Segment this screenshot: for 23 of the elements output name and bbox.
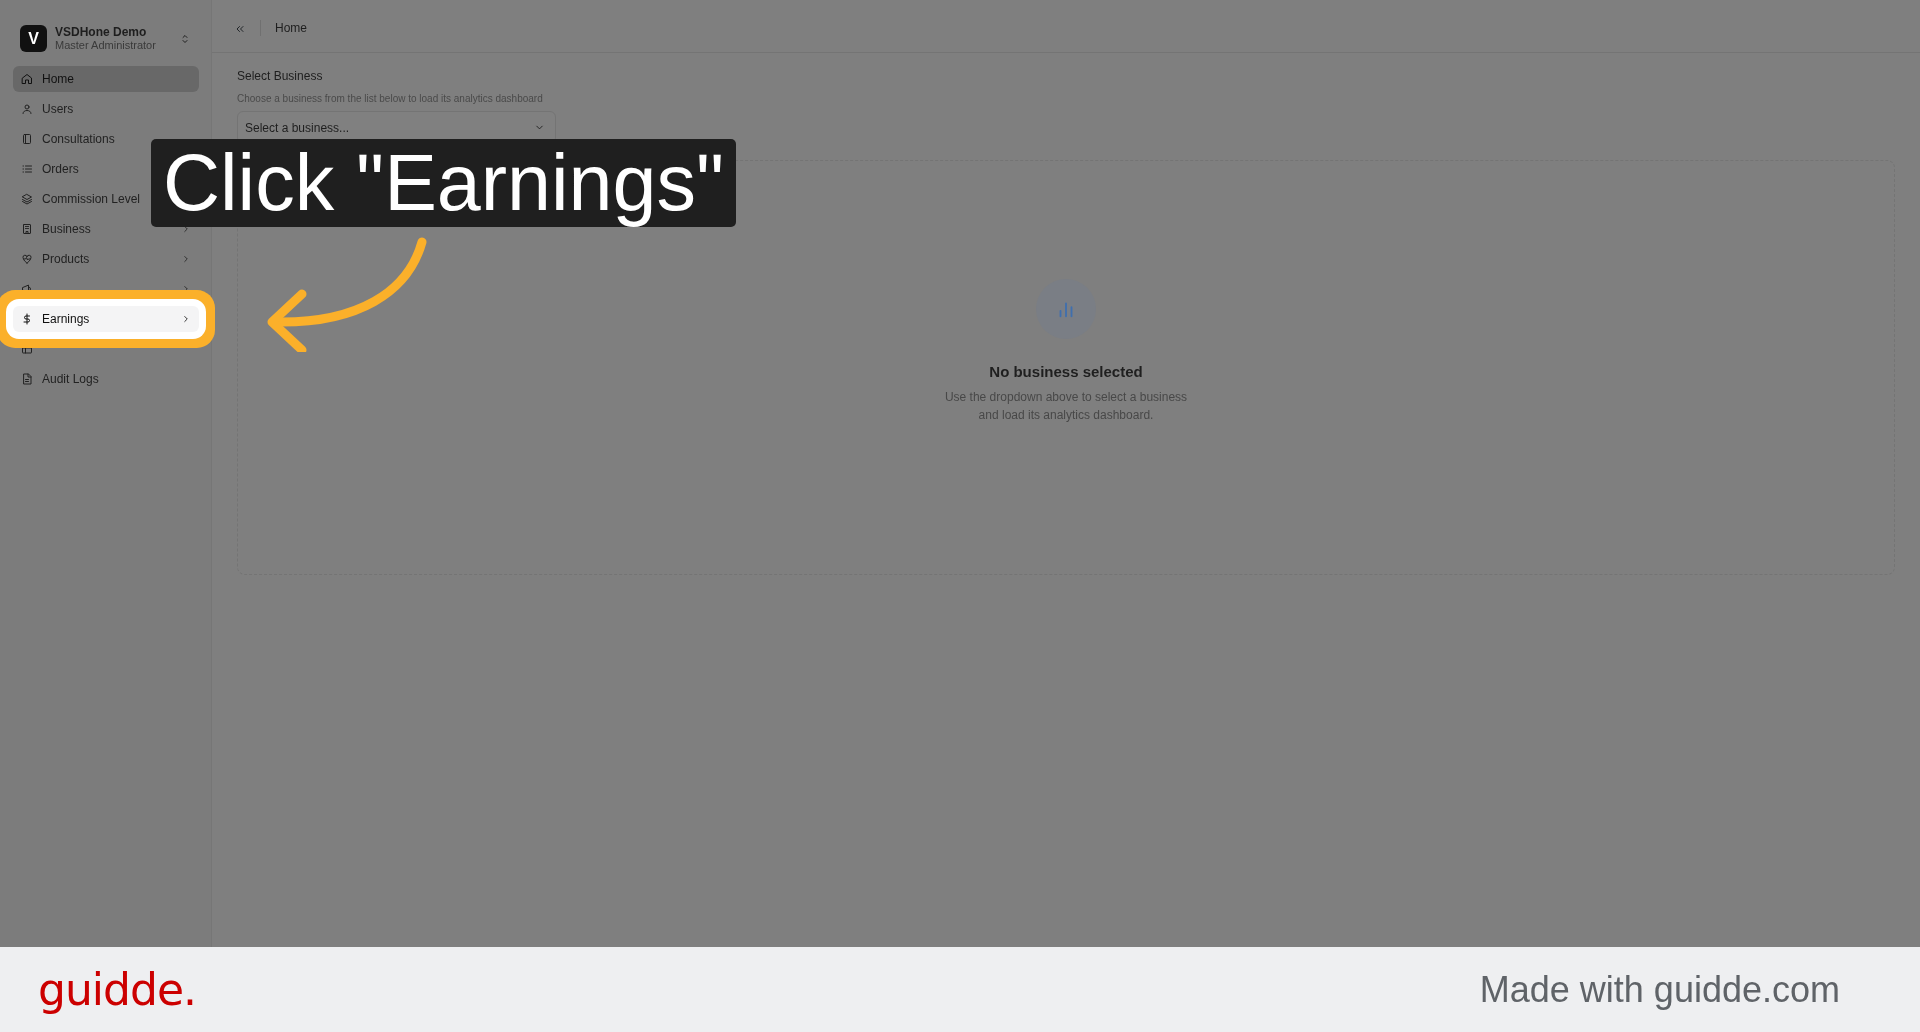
chevrons-icon [179,32,191,45]
sidebar-item[interactable]: Products [13,246,199,272]
user-icon [21,103,33,115]
list-icon [21,163,33,175]
sidebar-item[interactable]: Home [13,66,199,92]
instruction-tooltip: Click "Earnings" [151,139,736,227]
home-icon [21,73,33,85]
layers-icon [21,193,33,205]
document-icon [21,373,33,385]
footer-tagline: Made with guidde.com [1479,967,1840,1012]
guidde-logo: guidde. [38,962,196,1017]
org-name: VSDHone Demo [55,25,148,39]
notebook-icon [21,133,33,145]
field-label: Select Business [237,68,324,85]
heart-icon [21,253,33,265]
sidebar-item[interactable]: Users [13,96,199,122]
user-role: Master Administrator [55,39,157,52]
sidebar-item[interactable]: Audit Logs [13,366,199,392]
dollar-icon [21,313,33,325]
building-icon [21,223,33,235]
empty-title: No business selected [989,362,1143,382]
breadcrumb: Home [275,20,307,37]
logo-badge: V [20,25,47,52]
